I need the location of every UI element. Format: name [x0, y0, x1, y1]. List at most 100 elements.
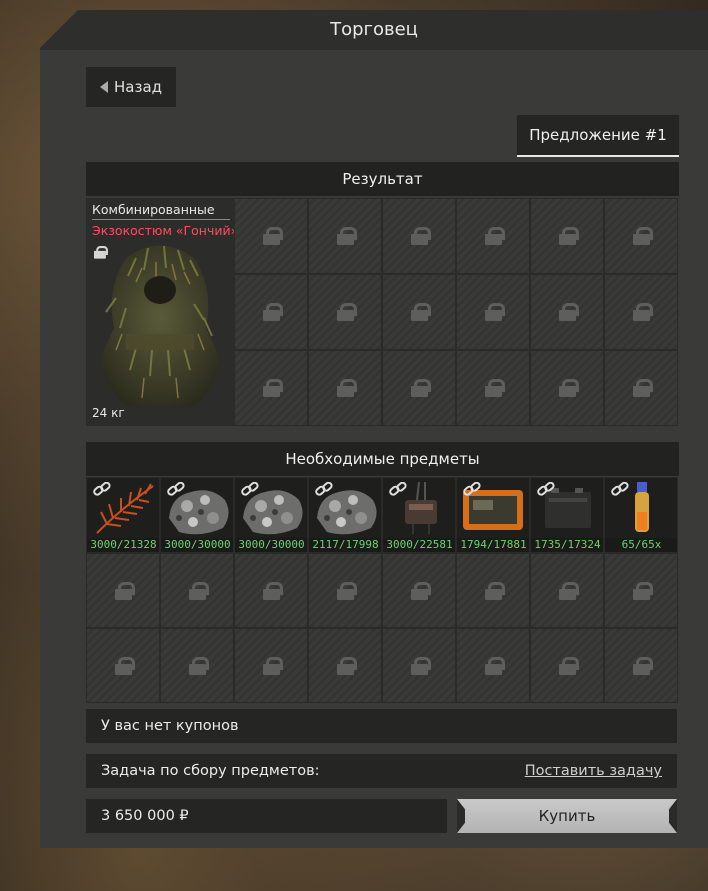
lock-icon [632, 379, 653, 397]
link-icon [537, 482, 555, 496]
item-lock-icon [94, 246, 109, 259]
item-weight: 24 кг [92, 406, 125, 420]
link-icon [241, 482, 259, 496]
task-label: Задача по сбору предметов: [101, 763, 320, 779]
locked-slot [530, 553, 604, 628]
locked-slot [160, 553, 234, 628]
locked-slot [530, 628, 604, 703]
required-item-slot[interactable]: 1794/17881 [456, 477, 530, 553]
locked-slot [530, 350, 604, 426]
locked-slot [382, 274, 456, 350]
lock-icon [484, 379, 505, 397]
lock-icon [188, 581, 209, 600]
trader-window: Торговец Назад Предложение #1 Результат [40, 10, 708, 848]
locked-slot [456, 350, 530, 426]
result-item-card[interactable]: Комбинированные Экзокостюм «Гончий» 24 к… [86, 198, 234, 426]
lock-icon [484, 581, 505, 600]
locked-slot [382, 628, 456, 703]
lock-icon [558, 303, 579, 321]
lock-icon [188, 656, 209, 675]
lock-icon [336, 581, 357, 600]
required-item-slot[interactable]: 3000/30000 [234, 477, 308, 553]
link-icon [315, 482, 333, 496]
lock-icon [336, 303, 357, 321]
required-item-slot[interactable]: 3000/30000 [160, 477, 234, 553]
result-slot-grid [234, 198, 679, 426]
required-items-row: 3000/21328 3000/30000 3000/30000 2117/17998… [86, 477, 679, 553]
lock-icon [558, 656, 579, 675]
price-display: 3 650 000 ₽ [86, 799, 447, 833]
lock-icon [262, 379, 283, 397]
item-name: Экзокостюм «Гончий» [92, 223, 234, 238]
required-item-slot[interactable]: 65/65x [604, 477, 678, 553]
locked-slot [604, 628, 678, 703]
required-item-slot[interactable]: 3000/22581 [382, 477, 456, 553]
lock-icon [410, 303, 431, 321]
coupons-bar: У вас нет купонов [86, 709, 677, 743]
locked-slot [308, 628, 382, 703]
button-cap-right [669, 799, 677, 833]
locked-slot [530, 198, 604, 274]
required-item-slot[interactable]: 3000/21328 [86, 477, 160, 553]
required-item-count: 3000/22581 [383, 538, 455, 552]
locked-slot [86, 553, 160, 628]
lock-icon [262, 581, 283, 600]
lock-icon [558, 379, 579, 397]
locked-slot [160, 628, 234, 703]
locked-slot [234, 274, 308, 350]
required-item-slot[interactable]: 2117/17998 [308, 477, 382, 553]
task-bar: Задача по сбору предметов: Поставить зад… [86, 754, 677, 788]
required-item-count: 1735/17324 [531, 538, 603, 552]
link-icon [611, 482, 629, 496]
locked-slot [604, 553, 678, 628]
required-item-slot[interactable]: 1735/17324 [530, 477, 604, 553]
lock-icon [262, 303, 283, 321]
locked-slot [234, 553, 308, 628]
locked-slot [234, 198, 308, 274]
required-item-count: 1794/17881 [457, 538, 529, 552]
locked-slot [382, 198, 456, 274]
locked-slot [456, 274, 530, 350]
lock-icon [114, 581, 135, 600]
locked-slot [604, 350, 678, 426]
lock-icon [558, 227, 579, 245]
required-slot-grid [86, 553, 679, 703]
lock-icon [632, 581, 653, 600]
button-cap-left [457, 799, 465, 833]
required-item-count: 3000/30000 [161, 538, 233, 552]
lock-icon [114, 656, 135, 675]
set-task-link[interactable]: Поставить задачу [525, 754, 662, 788]
required-item-count: 65/65x [605, 538, 677, 552]
lock-icon [632, 656, 653, 675]
locked-slot [456, 198, 530, 274]
lock-icon [410, 379, 431, 397]
locked-slot [382, 553, 456, 628]
lock-icon [410, 227, 431, 245]
locked-slot [382, 350, 456, 426]
lock-icon [410, 656, 431, 675]
back-button[interactable]: Назад [86, 67, 176, 107]
link-icon [463, 482, 481, 496]
locked-slot [308, 553, 382, 628]
locked-slot [308, 274, 382, 350]
lock-icon [484, 227, 505, 245]
lock-icon [336, 379, 357, 397]
locked-slot [456, 628, 530, 703]
lock-icon [632, 227, 653, 245]
back-label: Назад [114, 78, 163, 96]
locked-slot [530, 274, 604, 350]
locked-slot [604, 198, 678, 274]
buy-label: Купить [538, 807, 596, 825]
result-header: Результат [86, 162, 679, 196]
buy-button[interactable]: Купить [457, 799, 677, 833]
required-items-header: Необходимые предметы [86, 442, 679, 476]
required-item-count: 3000/21328 [87, 538, 159, 552]
lock-icon [558, 581, 579, 600]
item-category: Комбинированные [92, 202, 230, 220]
window-title: Торговец [40, 10, 708, 50]
lock-icon [484, 303, 505, 321]
locked-slot [308, 198, 382, 274]
tab-offer-1[interactable]: Предложение #1 [517, 115, 679, 157]
lock-icon [262, 227, 283, 245]
ghillie-exosuit-image [100, 245, 220, 406]
